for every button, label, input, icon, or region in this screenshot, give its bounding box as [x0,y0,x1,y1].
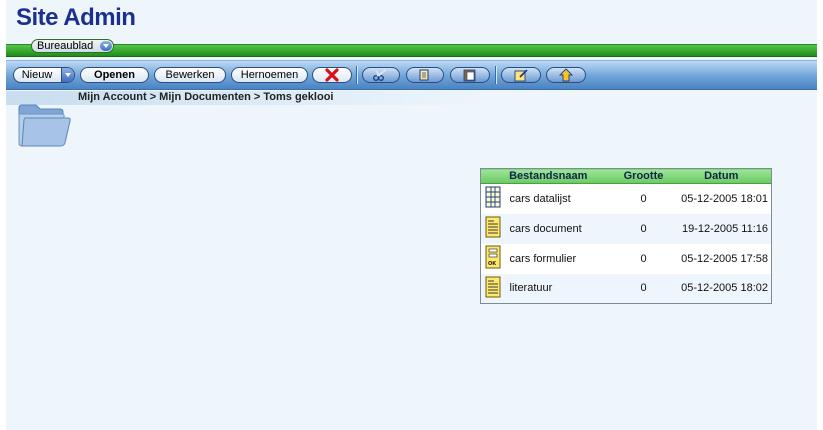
edit-button[interactable]: Bewerken [154,67,226,83]
cut-button[interactable] [362,67,400,83]
file-date: 05-12-2005 18:01 [681,192,768,205]
folder-icon [18,104,71,147]
document-icon [485,216,501,238]
toolbar: Nieuw Openen Bewerken Hernoemen [6,60,817,90]
file-icon-cell [481,184,507,214]
file-name[interactable]: literatuur [506,273,616,304]
file-name[interactable]: cars formulier [507,244,616,274]
document-icon [485,276,501,298]
file-table: Bestandsnaam Grootte Datum cars datalijs… [480,168,772,304]
file-icon-cell: OK [481,244,507,274]
page: Site Admin Bureaublad Nieuw Openen Bewer… [6,0,817,430]
copy-button[interactable] [406,67,444,83]
file-size: 0 [615,213,672,244]
file-icon-cell [480,213,507,244]
toolbar-separator [495,66,497,84]
file-date: 05-12-2005 17:58 [681,252,768,265]
copy-icon [419,69,429,81]
svg-text:OK: OK [488,261,497,267]
cut-icon [373,69,387,81]
edit-page-button[interactable] [501,67,541,83]
chevron-down-icon[interactable] [61,68,74,82]
table-header-row: Bestandsnaam Grootte Datum [480,168,772,184]
upload-icon [558,68,574,82]
file-date: 19-12-2005 11:16 [671,213,772,244]
table-row[interactable]: cars document 0 19-12-2005 11:16 [480,213,772,244]
file-icon-cell [480,273,507,304]
edit-page-icon [514,69,528,82]
header: Site Admin [6,0,817,46]
toolbar-separator [356,66,358,84]
column-header-date[interactable]: Datum [671,168,772,184]
header-bar [6,44,817,57]
file-name[interactable]: cars document [506,213,616,244]
column-header-name[interactable]: Bestandsnaam [480,168,616,184]
breadcrumb-bar: Mijn Account > Mijn Documenten > Toms ge… [6,91,817,105]
paste-button[interactable] [450,67,490,83]
new-button[interactable]: Nieuw [13,67,75,83]
desktop-label: Bureaublad [37,40,94,52]
site-title: Site Admin [16,4,136,31]
file-name[interactable]: cars datalijst [507,184,616,214]
file-size: 0 [615,273,672,304]
table-row[interactable]: OK cars formulier 0 05-12-2005 17:58 [481,244,772,274]
chevron-down-icon[interactable] [100,41,113,51]
form-icon: OK [485,245,501,269]
file-date: 05-12-2005 18:02 [671,273,772,304]
table-row[interactable]: literatuur 0 05-12-2005 18:02 [480,273,772,304]
file-size: 0 [640,252,647,265]
file-size: 0 [640,192,647,205]
paste-icon [463,69,476,82]
rename-button[interactable]: Hernoemen [231,67,308,83]
table-row[interactable]: cars datalijst 0 05-12-2005 18:01 [481,184,772,214]
delete-button[interactable] [312,67,352,83]
column-header-size[interactable]: Grootte [615,168,672,184]
open-button[interactable]: Openen [80,67,149,83]
desktop-dropdown[interactable]: Bureaublad [31,39,115,53]
breadcrumb[interactable]: Mijn Account > Mijn Documenten > Toms ge… [78,91,333,104]
new-label: Nieuw [21,69,53,81]
delete-icon [325,68,339,82]
datalist-icon [485,186,501,208]
upload-button[interactable] [546,67,586,83]
